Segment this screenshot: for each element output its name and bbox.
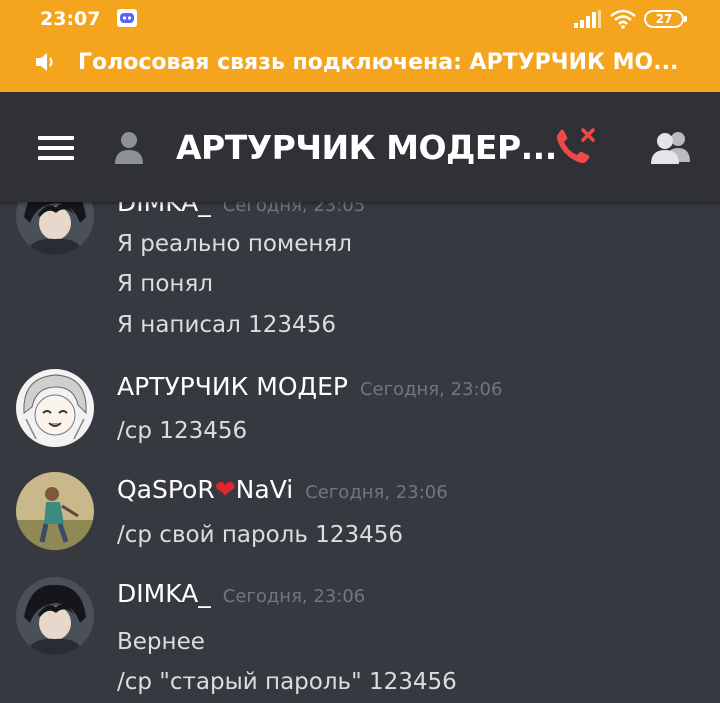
message-list[interactable]: DIMKA_ Сегодня, 23:05 Я реально поменял Я…: [0, 202, 720, 703]
author-name[interactable]: DIMKA_: [117, 202, 211, 217]
members-icon[interactable]: [648, 130, 696, 166]
voice-banner-text: Голосовая связь подключена: АРТУРЧИК МО.…: [78, 49, 679, 75]
message-text: Я реально поменял: [117, 231, 352, 257]
author-line: DIMKA_ Сегодня, 23:06: [117, 579, 365, 608]
avatar[interactable]: [16, 202, 94, 255]
avatar[interactable]: [16, 577, 94, 655]
discord-icon: [117, 9, 137, 27]
message-text: /cp свой пароль 123456: [117, 522, 404, 548]
avatar[interactable]: [16, 472, 94, 550]
message-text: /cp 123456: [117, 418, 248, 444]
signal-icon: [574, 10, 601, 28]
heart-emoji: ❤: [214, 475, 236, 504]
dm-user-icon: [115, 132, 151, 164]
author-name[interactable]: АРТУРЧИК МОДЕР: [117, 372, 348, 401]
timestamp: Сегодня, 23:06: [222, 586, 366, 607]
status-bar: 23:07 27 Голосовая связь подключена: АРТ…: [0, 0, 720, 92]
message-text: /cp "старый пароль" 123456: [117, 669, 457, 695]
battery-icon: 27: [644, 10, 687, 28]
author-name[interactable]: DIMKA_: [117, 579, 211, 608]
author-name[interactable]: QaSPoR❤NaVi: [117, 475, 293, 504]
speaker-icon: [36, 53, 53, 71]
timestamp: Сегодня, 23:06: [305, 482, 448, 503]
author-line: АРТУРЧИК МОДЕР Сегодня, 23:06: [117, 372, 502, 401]
timestamp: Сегодня, 23:06: [359, 379, 503, 400]
status-time: 23:07: [40, 8, 101, 30]
author-line: QaSPoR❤NaVi Сегодня, 23:06: [117, 475, 448, 504]
channel-header: АРТУРЧИК МОДЕР...: [0, 92, 720, 202]
hang-up-icon[interactable]: [552, 126, 600, 168]
avatar[interactable]: [16, 369, 94, 447]
timestamp: Сегодня, 23:05: [222, 202, 366, 216]
author-line: DIMKA_ Сегодня, 23:05: [117, 202, 365, 217]
wifi-icon: [610, 9, 636, 29]
voice-connected-banner[interactable]: Голосовая связь подключена: АРТУРЧИК МО.…: [34, 44, 700, 80]
message-text: Вернее: [117, 629, 205, 655]
hamburger-menu-icon[interactable]: [38, 136, 74, 162]
channel-title: АРТУРЧИК МОДЕР...: [176, 128, 557, 167]
status-icons: 27: [574, 8, 687, 30]
message-text: Я понял: [117, 271, 213, 297]
message-text: Я написал 123456: [117, 312, 336, 338]
